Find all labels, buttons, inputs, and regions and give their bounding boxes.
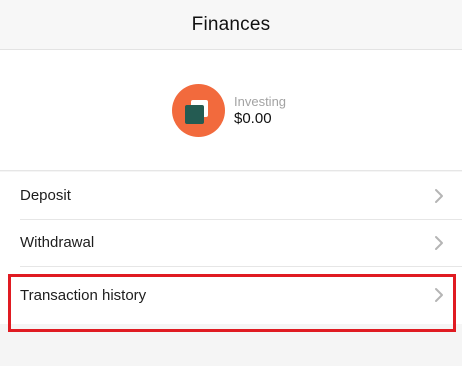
- chevron-right-icon: [435, 188, 443, 203]
- menu-item-withdrawal[interactable]: Withdrawal: [0, 219, 462, 266]
- account-summary: Investing $0.00: [0, 50, 462, 171]
- finances-menu: Deposit Withdrawal Transaction history: [0, 172, 462, 324]
- menu-item-label: Deposit: [20, 187, 71, 204]
- menu-item-deposit[interactable]: Deposit: [0, 172, 462, 219]
- app-header: Finances: [0, 0, 462, 50]
- account-label: Investing: [234, 94, 287, 109]
- account-balance: $0.00: [234, 110, 272, 127]
- chevron-right-icon: [435, 288, 443, 302]
- chevron-right-icon: [435, 235, 443, 250]
- menu-item-transaction-history[interactable]: Transaction history: [0, 266, 462, 324]
- menu-item-label: Transaction history: [20, 286, 147, 304]
- page-title: Finances: [191, 13, 271, 35]
- square-overlap-logo-icon: [172, 84, 225, 137]
- menu-item-label: Withdrawal: [20, 234, 95, 251]
